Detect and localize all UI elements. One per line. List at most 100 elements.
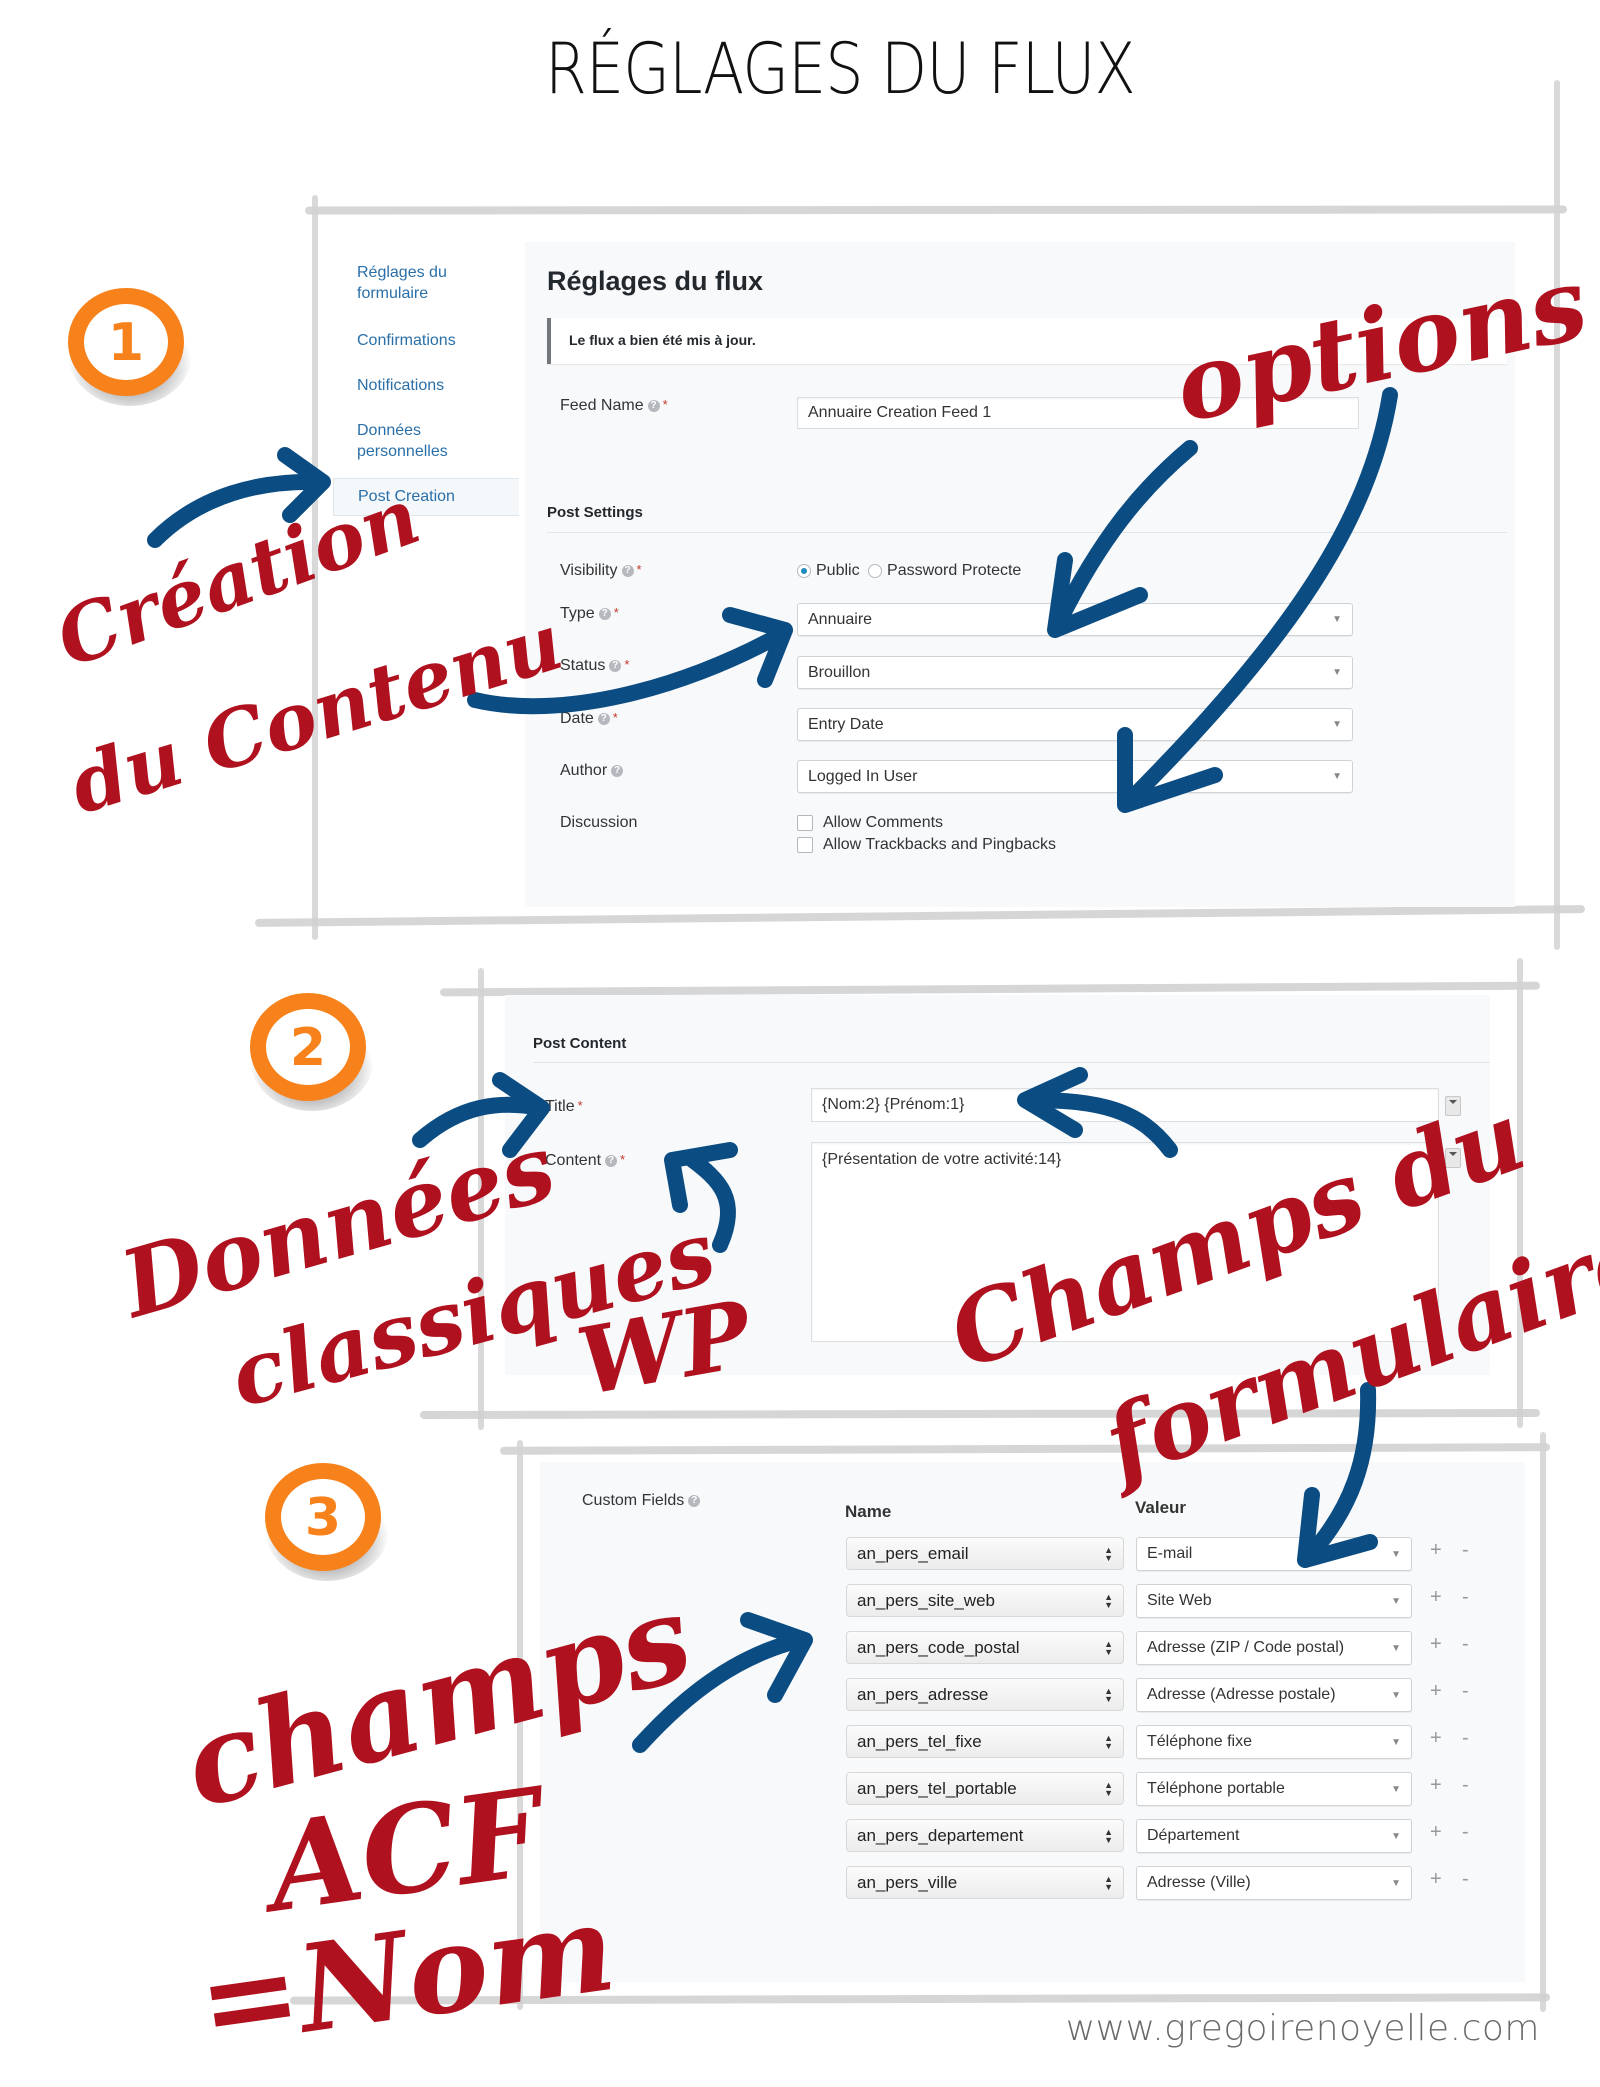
help-icon[interactable]: ? [605,1154,618,1167]
help-icon[interactable]: ? [597,712,610,725]
settings-sidebar: Réglages du formulaire Confirmations Not… [333,240,525,520]
custom-field-name-select[interactable]: an_pers_adresse ▲ ▼ [846,1678,1124,1711]
status-select[interactable]: Brouillon ▼ [797,656,1353,689]
sketch-frame-line [304,205,1568,215]
custom-field-value: Adresse (Adresse postale) [1147,1686,1336,1703]
custom-field-name-value: an_pers_departement [857,1825,1024,1845]
allow-trackbacks-checkbox[interactable] [797,836,813,853]
required-marker: * [624,657,630,672]
feed-settings-heading: Réglages du flux [547,266,764,296]
custom-field-value-select[interactable]: E-mail ▼ [1136,1537,1412,1571]
add-row-button[interactable]: + [1430,1633,1442,1656]
plus-icon: + [1430,1680,1442,1702]
minus-icon: - [1462,1821,1469,1843]
add-row-button[interactable]: + [1430,1586,1442,1609]
status-label: Status? * [560,657,629,675]
custom-field-name-select[interactable]: an_pers_departement ▲ ▼ [846,1819,1124,1852]
required-marker: * [662,397,668,412]
required-marker: * [577,1098,583,1113]
add-row-button[interactable]: + [1430,1680,1442,1703]
remove-row-button[interactable]: - [1462,1868,1469,1891]
custom-field-name-select[interactable]: an_pers_email ▲ ▼ [846,1537,1124,1570]
add-row-button[interactable]: + [1430,1821,1442,1844]
plus-icon: + [1430,1586,1442,1608]
content-label: Content? * [545,1152,625,1170]
divider [547,532,1507,533]
visibility-password-label: Password Protecte [887,562,1022,579]
add-row-button[interactable]: + [1430,1774,1442,1797]
step-badge-2: 2 [240,985,378,1111]
required-marker: * [613,605,619,620]
help-icon[interactable]: ? [647,399,660,412]
custom-field-value-select[interactable]: Département ▼ [1136,1819,1412,1853]
custom-field-name-select[interactable]: an_pers_tel_portable ▲ ▼ [846,1772,1124,1805]
minus-icon: - [1462,1680,1469,1702]
step-badge-1: 1 [58,280,196,406]
chevron-down-icon: ▼ [1391,1830,1401,1842]
plus-icon: + [1430,1539,1442,1561]
chevron-down-icon: ▼ [1332,614,1342,625]
visibility-public-radio[interactable] [797,563,811,578]
title-input[interactable]: {Nom:2} {Prénom:1} [811,1088,1439,1122]
visibility-password-radio[interactable] [868,563,883,578]
date-label: Date? * [560,710,618,728]
author-select[interactable]: Logged In User ▼ [797,760,1353,793]
remove-row-button[interactable]: - [1462,1821,1469,1844]
help-icon[interactable]: ? [688,1494,701,1507]
add-row-button[interactable]: + [1430,1727,1442,1750]
updown-arrows-icon: ▲ ▼ [1104,1591,1113,1610]
remove-row-button[interactable]: - [1462,1586,1469,1609]
divider [533,1062,1490,1063]
chevron-down-icon: ▼ [1391,1595,1401,1607]
help-icon[interactable]: ? [621,564,634,577]
custom-field-name-select[interactable]: an_pers_tel_fixe ▲ ▼ [846,1725,1124,1758]
custom-field-value-select[interactable]: Adresse (ZIP / Code postal) ▼ [1136,1631,1412,1665]
custom-field-value-select[interactable]: Téléphone portable ▼ [1136,1772,1412,1806]
remove-row-button[interactable]: - [1462,1774,1469,1797]
help-icon[interactable]: ? [609,659,622,672]
custom-field-name-value: an_pers_ville [857,1872,958,1892]
custom-field-value-select[interactable]: Adresse (Ville) ▼ [1136,1866,1412,1900]
status-value: Brouillon [808,663,871,681]
custom-field-value: Adresse (Ville) [1147,1874,1251,1891]
sketch-frame-line [254,905,1586,927]
type-value: Annuaire [808,610,873,628]
sidebar-item-form-settings[interactable]: Réglages du formulaire [357,262,477,304]
chevron-down-icon: ▼ [1391,1736,1401,1748]
updown-arrows-icon: ▲ ▼ [1104,1732,1113,1751]
step-badge-3: 3 [255,1455,393,1581]
annotation-champs-acf-line3: =Nom [190,1876,623,2075]
custom-fields-label: Custom Fields? [582,1492,701,1510]
sidebar-item-personal-data[interactable]: Données personnelles [357,420,467,462]
badge-number: 3 [305,1488,341,1548]
remove-row-button[interactable]: - [1462,1680,1469,1703]
help-icon[interactable]: ? [611,764,624,777]
custom-field-name-select[interactable]: an_pers_code_postal ▲ ▼ [846,1631,1124,1664]
updown-arrows-icon: ▲ ▼ [1104,1826,1113,1845]
type-select[interactable]: Annuaire ▼ [797,603,1353,636]
step-badge-icon: 2 [250,993,374,1111]
custom-field-value: Téléphone portable [1147,1780,1285,1797]
custom-field-value-select[interactable]: Site Web ▼ [1136,1584,1412,1618]
help-icon[interactable]: ? [598,607,611,620]
sketch-frame-line [499,1443,1551,1455]
page-title: RÉGLAGES DU FLUX [545,28,1136,110]
date-select[interactable]: Entry Date ▼ [797,708,1353,741]
custom-field-value-select[interactable]: Adresse (Adresse postale) ▼ [1136,1678,1412,1712]
custom-field-value-select[interactable]: Téléphone fixe ▼ [1136,1725,1412,1759]
chevron-down-icon: ▼ [1391,1548,1401,1560]
remove-row-button[interactable]: - [1462,1539,1469,1562]
type-label: Type? * [560,605,619,623]
allow-comments-checkbox[interactable] [797,814,813,831]
add-row-button[interactable]: + [1430,1539,1442,1562]
plus-icon: + [1430,1633,1442,1655]
custom-field-name-select[interactable]: an_pers_ville ▲ ▼ [846,1866,1124,1899]
sidebar-item-notifications[interactable]: Notifications [357,375,444,396]
add-row-button[interactable]: + [1430,1868,1442,1891]
sidebar-item-confirmations[interactable]: Confirmations [357,330,456,351]
remove-row-button[interactable]: - [1462,1633,1469,1656]
updown-arrows-icon: ▲ ▼ [1104,1544,1113,1563]
custom-field-name-select[interactable]: an_pers_site_web ▲ ▼ [846,1584,1124,1617]
remove-row-button[interactable]: - [1462,1727,1469,1750]
feed-name-label: Feed Name? * [560,397,668,415]
